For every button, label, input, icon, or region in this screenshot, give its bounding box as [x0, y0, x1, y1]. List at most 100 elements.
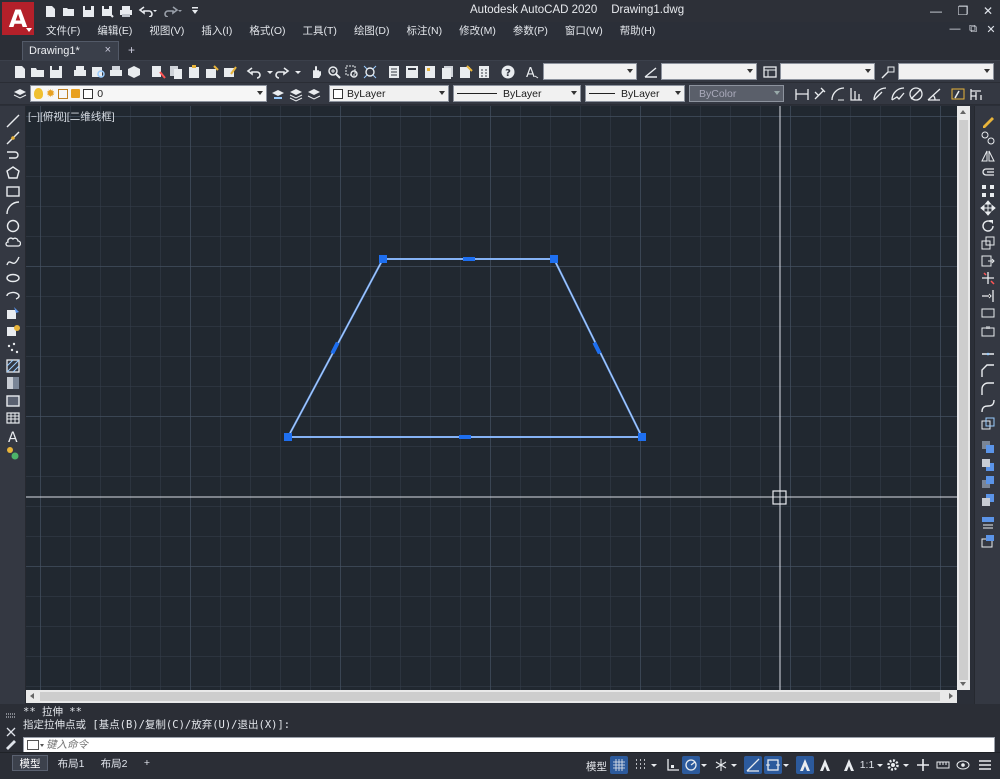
object-snap-icon[interactable]	[764, 756, 782, 774]
tab-layout2[interactable]: 布局2	[94, 755, 134, 771]
explode-icon[interactable]	[980, 416, 996, 432]
help-icon[interactable]: ?	[500, 64, 516, 80]
move-icon[interactable]	[980, 200, 996, 216]
scroll-down-icon[interactable]	[960, 682, 966, 686]
menu-help[interactable]: 帮助(H)	[620, 23, 656, 38]
rotate-icon[interactable]	[980, 218, 996, 234]
blend-icon[interactable]	[980, 398, 996, 414]
line-icon[interactable]	[5, 113, 21, 129]
menu-dimension[interactable]: 标注(N)	[407, 23, 443, 38]
redo-icon[interactable]	[274, 64, 290, 80]
circle-icon[interactable]	[5, 218, 21, 234]
grip-midpoint-bottom[interactable]	[459, 435, 471, 439]
snap-chevron-down-icon[interactable]	[650, 756, 658, 774]
restore-button[interactable]: ❐	[952, 2, 974, 20]
multileader-style-icon[interactable]	[880, 64, 896, 80]
ortho-mode-icon[interactable]	[682, 756, 700, 774]
mirror-icon[interactable]	[980, 148, 996, 164]
dim-style-select[interactable]	[661, 63, 757, 80]
command-input-box[interactable]	[23, 737, 995, 753]
point-icon[interactable]	[5, 340, 21, 356]
undo-icon[interactable]	[137, 3, 159, 19]
region-icon[interactable]	[5, 393, 21, 409]
quickcalc-icon[interactable]	[476, 64, 492, 80]
table-icon[interactable]	[5, 410, 21, 426]
osnap-chevron-down-icon[interactable]	[782, 756, 790, 774]
scroll-up-icon[interactable]	[960, 110, 966, 114]
add-selected-icon[interactable]	[5, 445, 21, 461]
extend-icon[interactable]	[980, 288, 996, 304]
selected-trapezoid[interactable]	[286, 258, 644, 438]
annotation-scale-value[interactable]: 1:1	[858, 756, 876, 774]
scroll-right-icon[interactable]	[949, 693, 953, 699]
design-center-icon[interactable]	[404, 64, 420, 80]
copy-clip-icon[interactable]	[168, 64, 184, 80]
polar-chevron-down-icon[interactable]	[700, 756, 708, 774]
diameter-dim-icon[interactable]	[908, 86, 924, 102]
scale-icon[interactable]	[980, 235, 996, 251]
grid-toggle-icon[interactable]	[610, 756, 628, 774]
match-properties-icon[interactable]	[204, 64, 220, 80]
minimize-button[interactable]: —	[925, 2, 947, 20]
revision-cloud-icon[interactable]	[5, 235, 22, 251]
layer-thaw-icon[interactable]: ✹	[46, 87, 55, 100]
save-icon[interactable]	[80, 3, 96, 19]
new-icon[interactable]	[42, 3, 58, 19]
rectangle-icon[interactable]	[5, 183, 21, 199]
close-button[interactable]: ✕	[977, 2, 999, 20]
join-icon[interactable]	[980, 346, 996, 362]
multileader-style-select[interactable]	[898, 63, 994, 80]
break-icon[interactable]	[980, 323, 996, 339]
command-prompt-icon[interactable]	[24, 738, 46, 752]
construction-line-icon[interactable]	[5, 130, 21, 146]
arc-length-icon[interactable]	[830, 86, 846, 102]
text-style-icon[interactable]: A	[524, 64, 540, 81]
scroll-left-icon[interactable]	[30, 693, 34, 699]
horizontal-scroll-thumb[interactable]	[40, 692, 940, 701]
tool-palettes-icon[interactable]	[422, 64, 438, 80]
linetype-select[interactable]: ByLayer	[453, 85, 581, 102]
lineweight-select[interactable]: ByLayer	[585, 85, 685, 102]
color-select[interactable]: ByLayer	[329, 85, 449, 102]
grip-midpoint-right[interactable]	[592, 341, 602, 355]
quick-dim-icon[interactable]	[950, 86, 966, 102]
cut-icon[interactable]	[150, 64, 166, 80]
stretch-icon[interactable]	[980, 253, 996, 269]
annotation-scale-icon[interactable]	[840, 756, 858, 774]
plot-icon[interactable]	[72, 64, 88, 80]
break-at-point-icon[interactable]	[980, 305, 996, 321]
chamfer-icon[interactable]	[980, 363, 996, 379]
erase-icon[interactable]	[980, 113, 996, 129]
baseline-dim-icon[interactable]	[968, 86, 984, 102]
polygon-icon[interactable]	[5, 165, 21, 181]
layer-on-icon[interactable]	[34, 88, 43, 99]
table-style-icon[interactable]	[762, 64, 778, 80]
trim-icon[interactable]	[980, 270, 996, 286]
annotation-visibility-icon[interactable]	[796, 756, 814, 774]
jogged-dim-icon[interactable]	[890, 86, 906, 102]
3d-print-icon[interactable]	[126, 64, 142, 80]
layer-state-icon[interactable]	[306, 86, 322, 102]
plot-preview-icon[interactable]	[90, 64, 106, 80]
menu-file[interactable]: 文件(F)	[46, 23, 80, 38]
command-input[interactable]	[46, 739, 946, 751]
markup-icon[interactable]	[458, 64, 474, 80]
properties-icon[interactable]	[386, 64, 402, 80]
pan-icon[interactable]	[308, 64, 324, 80]
menu-modify[interactable]: 修改(M)	[459, 23, 496, 38]
ellipse-arc-icon[interactable]	[5, 288, 21, 304]
menu-format[interactable]: 格式(O)	[249, 23, 285, 38]
grip-vertex-bottom-right[interactable]	[638, 433, 646, 441]
layer-select[interactable]: ✹ 0	[30, 85, 267, 102]
menu-edit[interactable]: 编辑(E)	[97, 23, 132, 38]
application-menu-button[interactable]: A	[2, 2, 34, 35]
insert-block-icon[interactable]	[5, 305, 21, 321]
menu-insert[interactable]: 插入(I)	[201, 23, 232, 38]
isolate-objects-icon[interactable]	[954, 756, 972, 774]
open-icon[interactable]	[61, 3, 77, 19]
snap-mode-icon[interactable]	[632, 756, 650, 774]
tab-drawing1[interactable]: Drawing1* ×	[22, 41, 119, 60]
customize-icon[interactable]	[187, 3, 203, 19]
vertical-scrollbar[interactable]	[957, 106, 970, 690]
make-block-icon[interactable]	[5, 323, 21, 339]
